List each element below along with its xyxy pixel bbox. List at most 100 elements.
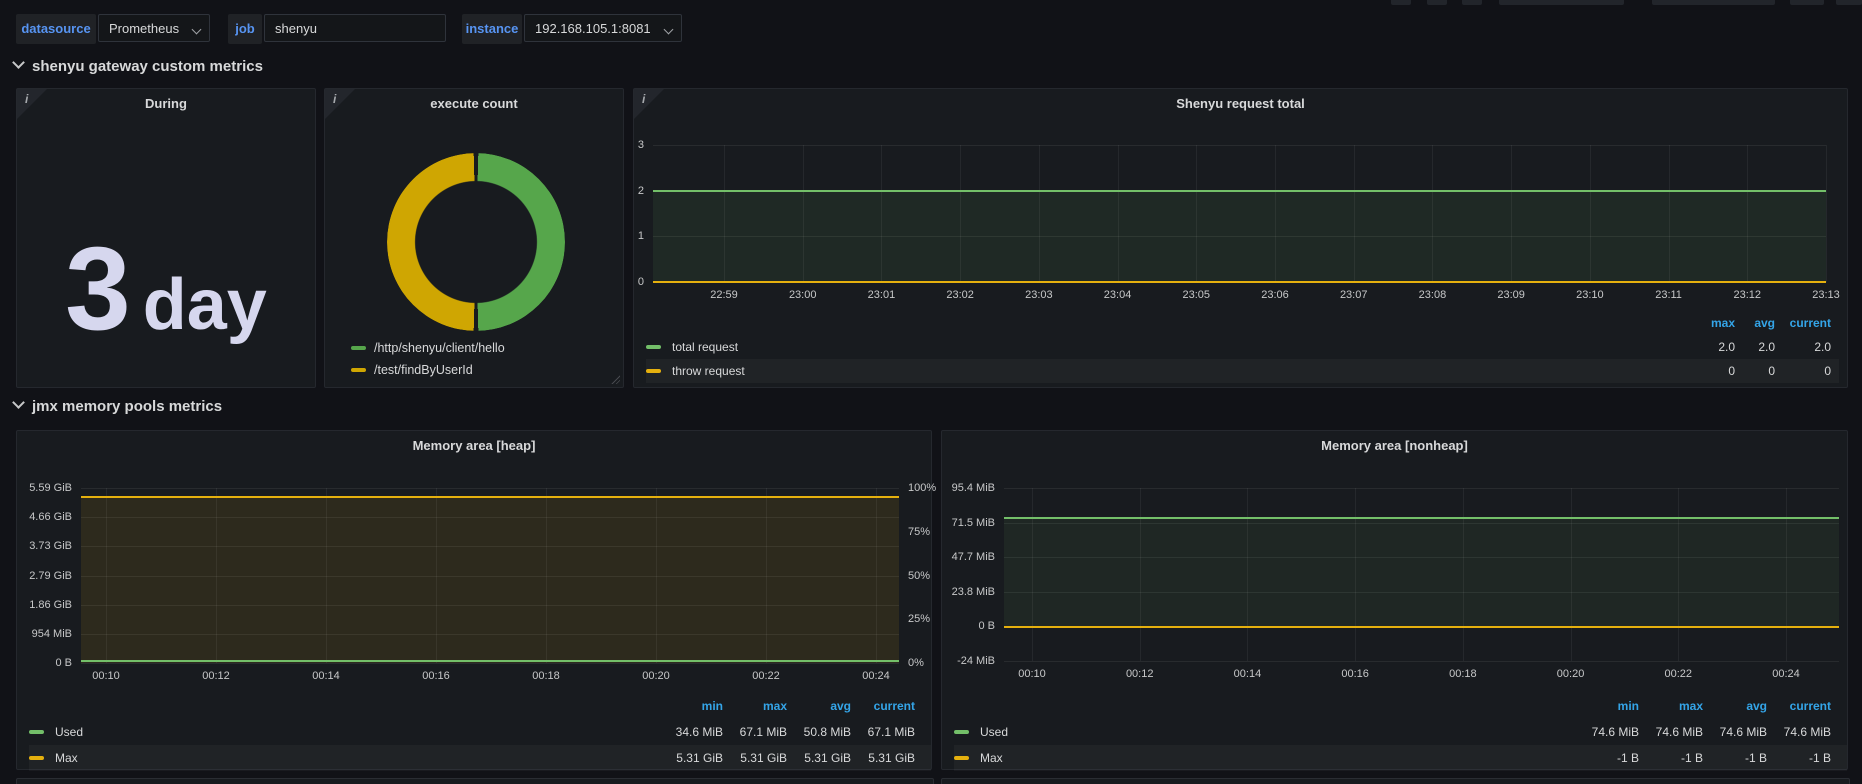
cropped-toolbar-item (1462, 0, 1482, 5)
x-axis-label: 23:09 (1497, 289, 1525, 301)
x-gridline (960, 145, 961, 282)
row-header-shenyu-gateway[interactable]: shenyu gateway custom metrics (14, 58, 263, 75)
x-gridline (1571, 488, 1572, 661)
x-gridline (1247, 488, 1248, 661)
x-gridline (216, 488, 217, 663)
panel-title[interactable]: During (17, 96, 315, 111)
stat-value: 2.0 (1775, 340, 1831, 354)
y-axis-label: 23.8 MiB (952, 586, 995, 598)
stat-col-max: max (1639, 699, 1703, 713)
stat-value: -1 B (1639, 751, 1703, 765)
series-label[interactable]: Max (980, 751, 1575, 765)
legend-item[interactable]: /test/findByUserId (351, 359, 505, 381)
cropped-toolbar-item (1836, 0, 1862, 5)
panel-title[interactable]: Memory area [nonheap] (942, 438, 1847, 453)
y-axis-label: 25% (908, 613, 930, 625)
y-axis-label: 47.7 MiB (952, 551, 995, 563)
x-axis-label: 00:14 (1234, 668, 1262, 680)
total-request-line (653, 190, 1826, 192)
series-label[interactable]: throw request (672, 364, 1691, 378)
time-series-plot[interactable]: 5.59 GiB4.66 GiB3.73 GiB2.79 GiB1.86 GiB… (81, 488, 899, 663)
series-swatch (29, 730, 44, 734)
stat-col-avg: avg (787, 699, 851, 713)
time-series-plot[interactable]: 95.4 MiB71.5 MiB47.7 MiB23.8 MiB0 B-24 M… (1004, 488, 1839, 661)
stat-col-max: max (723, 699, 787, 713)
x-gridline (1354, 145, 1355, 282)
throw-request-line (653, 281, 1826, 283)
instance-select[interactable]: 192.168.105.1:8081 (524, 14, 682, 42)
x-axis-label: 23:13 (1812, 289, 1840, 301)
series-label[interactable]: total request (672, 340, 1691, 354)
stat-value: -1 B (1575, 751, 1639, 765)
x-gridline (1678, 488, 1679, 661)
x-gridline (1032, 488, 1033, 661)
x-gridline (803, 145, 804, 282)
x-axis-label: 23:02 (946, 289, 974, 301)
x-axis-label: 23:12 (1734, 289, 1762, 301)
panel-request-total: i Shenyu request total 3210 22:5923:0023… (633, 88, 1848, 388)
panel-memory-heap: Memory area [heap] 5.59 GiB4.66 GiB3.73 … (16, 430, 932, 770)
y-axis-label: 3.73 GiB (29, 540, 72, 552)
x-axis-label: 00:18 (532, 670, 560, 682)
legend-row: throw request 0 0 0 (646, 359, 1839, 383)
x-gridline (1432, 145, 1433, 282)
y-axis-label: -24 MiB (957, 655, 995, 667)
legend-header-row: min max avg current (29, 693, 931, 719)
y-axis-label: 5.59 GiB (29, 482, 72, 494)
series-swatch (646, 369, 661, 373)
row-title: jmx memory pools metrics (32, 398, 222, 415)
x-gridline (1275, 145, 1276, 282)
series-label[interactable]: Used (55, 725, 659, 739)
x-gridline (1118, 145, 1119, 282)
singlestat-value: 3 day (17, 199, 315, 379)
y-axis-label: 3 (638, 139, 644, 151)
x-axis-label: 00:10 (92, 670, 120, 682)
stat-value: -1 B (1767, 751, 1831, 765)
datasource-select[interactable]: Prometheus (98, 14, 210, 42)
job-input[interactable] (264, 14, 446, 42)
panel-title[interactable]: Shenyu request total (634, 96, 1847, 111)
chevron-down-icon (192, 25, 202, 35)
series-label: /test/findByUserId (374, 363, 473, 377)
x-axis-label: 00:12 (1126, 668, 1154, 680)
stat-value: 0 (1691, 364, 1735, 378)
datasource-variable-label: datasource (16, 14, 96, 44)
instance-variable-label: instance (462, 14, 522, 44)
x-axis-label: 23:03 (1025, 289, 1053, 301)
stat-col-current: current (1775, 316, 1831, 330)
legend-item[interactable]: /http/shenyu/client/hello (351, 337, 505, 359)
y-axis-label: 0% (908, 657, 924, 669)
stat-value: -1 B (1703, 751, 1767, 765)
stat-value: 5.31 GiB (659, 751, 723, 765)
x-axis-label: 00:24 (1772, 668, 1800, 680)
cropped-toolbar-item (1427, 0, 1447, 5)
cropped-toolbar-item (1790, 0, 1824, 5)
stat-value: 50.8 MiB (787, 725, 851, 739)
max-line (81, 496, 899, 498)
legend-row: total request 2.0 2.0 2.0 (646, 335, 1839, 359)
series-label[interactable]: Max (55, 751, 659, 765)
stat-col-max: max (1691, 316, 1735, 330)
row-header-jmx-memory[interactable]: jmx memory pools metrics (14, 398, 222, 415)
series-label[interactable]: Used (980, 725, 1575, 739)
x-axis-label: 23:01 (868, 289, 896, 301)
stat-value: 5.31 GiB (851, 751, 915, 765)
y-gridline (81, 663, 899, 664)
x-axis-label: 23:05 (1183, 289, 1211, 301)
x-axis-label: 00:16 (422, 670, 450, 682)
panel-title[interactable]: Memory area [heap] (17, 438, 931, 453)
panel-resize-handle[interactable] (610, 374, 620, 384)
x-axis-label: 00:14 (312, 670, 340, 682)
panel-title[interactable]: execute count (325, 96, 623, 111)
x-gridline (546, 488, 547, 663)
series-swatch (646, 345, 661, 349)
x-axis-label: 00:18 (1449, 668, 1477, 680)
x-gridline (766, 488, 767, 663)
x-axis: 00:1000:1200:1400:1600:1800:2000:2200:24 (1032, 488, 1786, 661)
stat-value: 74.6 MiB (1767, 725, 1831, 739)
legend-header-row: min max avg current (954, 693, 1847, 719)
x-axis: 00:1000:1200:1400:1600:1800:2000:2200:24 (106, 488, 876, 663)
series-swatch (954, 730, 969, 734)
time-series-plot[interactable]: 3210 22:5923:0023:0123:0223:0323:0423:05… (653, 145, 1826, 282)
y-axis-label: 0 B (978, 620, 995, 632)
